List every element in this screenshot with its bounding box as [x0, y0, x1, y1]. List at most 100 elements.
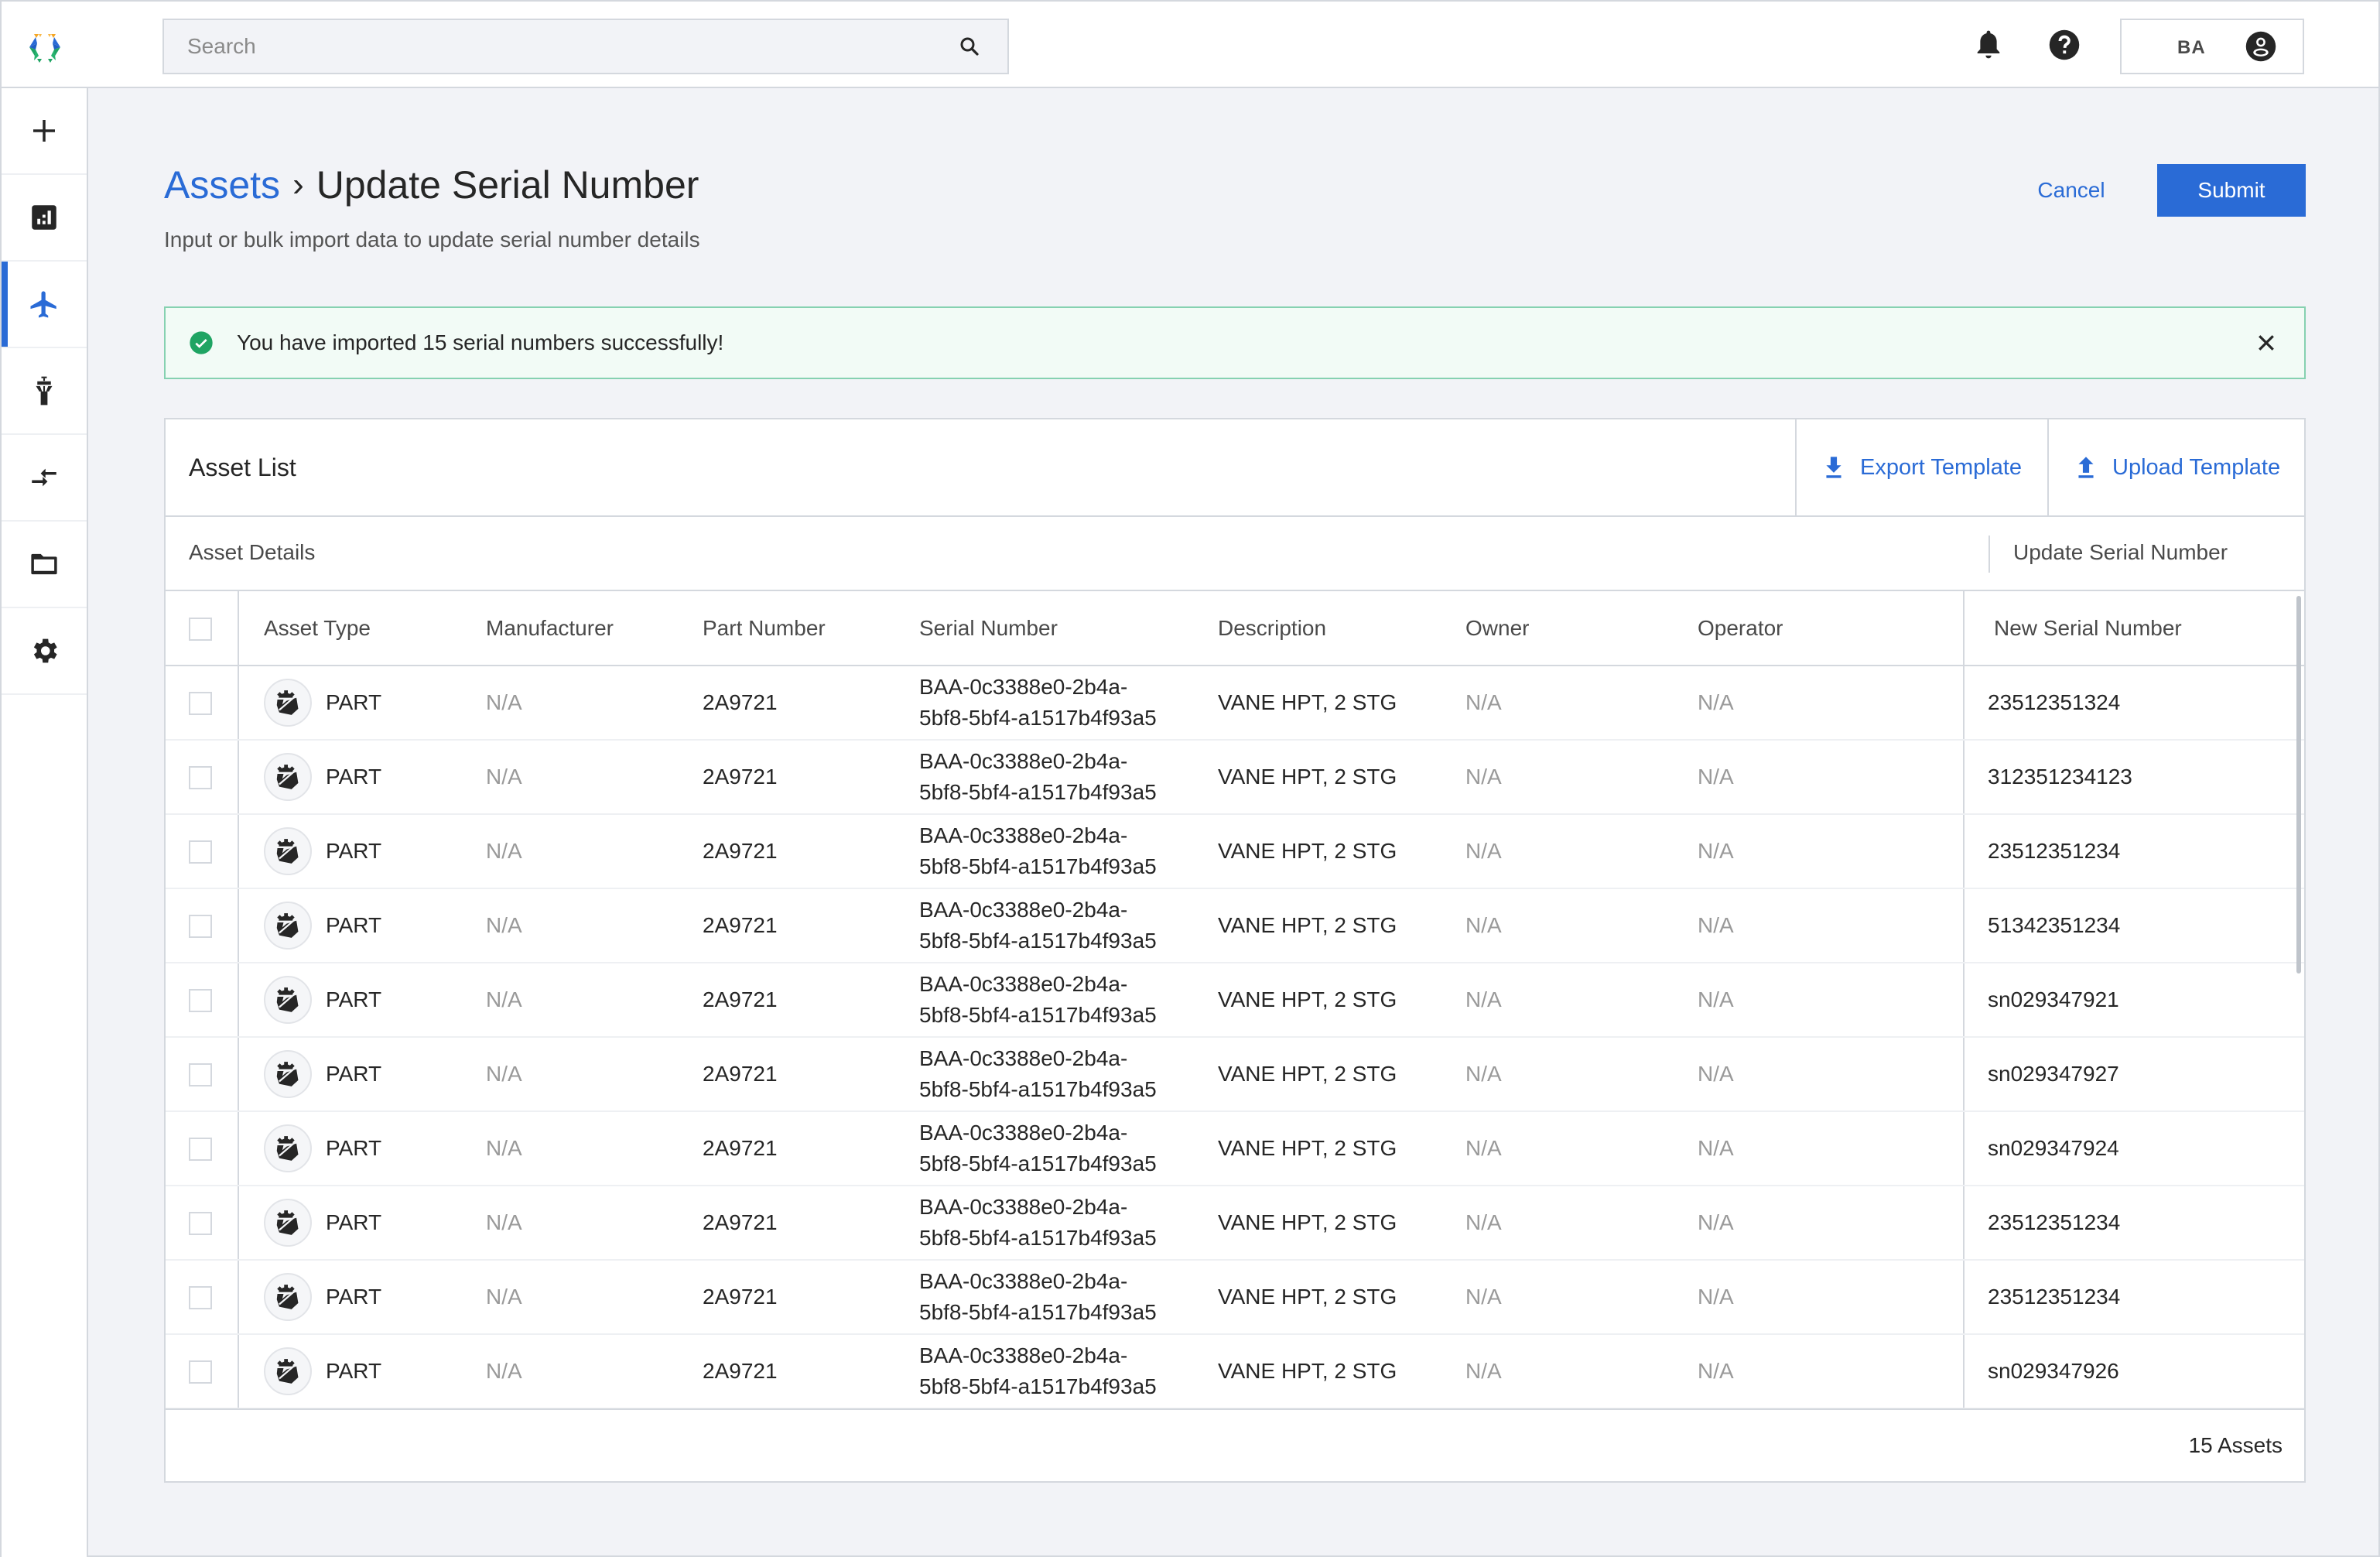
new-serial-number-cell[interactable]: sn029347927 — [1963, 1037, 2304, 1112]
asset-type: PART — [326, 690, 382, 714]
table-row[interactable]: PART N/A 2A9721 BAA-0c3388e0-2b4a- 5bf8-5… — [166, 1186, 2304, 1261]
new-serial-number-cell[interactable]: 51342351234 — [1963, 888, 2304, 963]
part-icon — [264, 753, 312, 801]
sidebar-item-airports[interactable] — [2, 348, 87, 435]
user-menu[interactable]: BA — [2120, 19, 2304, 74]
chart-icon — [32, 205, 56, 230]
card-footer: 15 Assets — [166, 1408, 2304, 1481]
manufacturer-cell: N/A — [486, 963, 703, 1038]
new-serial-number-cell[interactable]: 312351234123 — [1963, 740, 2304, 815]
serial-number-line-2: 5bf8-5bf4-a1517b4f93a5 — [919, 1374, 1157, 1398]
sidebar-item-dashboard[interactable] — [2, 175, 87, 262]
part-icon — [264, 976, 312, 1024]
table-row[interactable]: PART N/A 2A9721 BAA-0c3388e0-2b4a- 5bf8-5… — [166, 1260, 2304, 1335]
manufacturer-cell: N/A — [486, 1037, 703, 1112]
column-header-new-serial-number[interactable]: New Serial Number — [1963, 591, 2304, 666]
column-header-manufacturer[interactable]: Manufacturer — [486, 591, 703, 666]
new-serial-number-cell[interactable]: sn029347921 — [1963, 963, 2304, 1038]
breadcrumb-assets-link[interactable]: Assets — [164, 163, 280, 207]
asset-type: PART — [326, 1136, 382, 1160]
upload-template-button[interactable]: Upload Template — [2047, 419, 2306, 515]
row-checkbox[interactable] — [189, 1212, 212, 1236]
owner-cell: N/A — [1465, 814, 1698, 889]
part-icon — [264, 1273, 312, 1321]
new-serial-number-cell[interactable]: sn029347926 — [1963, 1334, 2304, 1409]
table-row[interactable]: PART N/A 2A9721 BAA-0c3388e0-2b4a- 5bf8-5… — [166, 740, 2304, 815]
new-serial-number-cell[interactable]: sn029347924 — [1963, 1111, 2304, 1186]
manufacturer-cell: N/A — [486, 1186, 703, 1261]
app-logo-icon[interactable] — [28, 31, 62, 63]
new-serial-number-cell[interactable]: 23512351234 — [1963, 1260, 2304, 1335]
cancel-button[interactable]: Cancel — [2013, 164, 2129, 217]
serial-number-cell: BAA-0c3388e0-2b4a- 5bf8-5bf4-a1517b4f93a5 — [919, 963, 1218, 1038]
search-input[interactable] — [164, 20, 958, 73]
notification-bell-icon[interactable] — [1971, 28, 2006, 62]
asset-type-cell: PART — [238, 1037, 486, 1112]
serial-number-line-1: BAA-0c3388e0-2b4a- — [919, 898, 1128, 922]
new-serial-number-cell[interactable]: 23512351324 — [1963, 666, 2304, 741]
serial-number-cell: BAA-0c3388e0-2b4a- 5bf8-5bf4-a1517b4f93a5 — [919, 666, 1218, 741]
table-row[interactable]: PART N/A 2A9721 BAA-0c3388e0-2b4a- 5bf8-5… — [166, 888, 2304, 963]
column-header-owner[interactable]: Owner — [1465, 591, 1698, 666]
asset-type-cell: PART — [238, 666, 486, 741]
page-title: Update Serial Number — [316, 163, 699, 207]
table-row[interactable]: PART N/A 2A9721 BAA-0c3388e0-2b4a- 5bf8-5… — [166, 814, 2304, 889]
row-select-cell — [166, 814, 239, 889]
sidebar-item-transfers[interactable] — [2, 435, 87, 522]
description-cell: VANE HPT, 2 STG — [1218, 888, 1465, 963]
asset-type: PART — [326, 1062, 382, 1086]
column-header-operator[interactable]: Operator — [1698, 591, 1964, 666]
row-checkbox[interactable] — [189, 989, 212, 1013]
table-row[interactable]: PART N/A 2A9721 BAA-0c3388e0-2b4a- 5bf8-5… — [166, 963, 2304, 1038]
column-header-serial-number[interactable]: Serial Number — [919, 591, 1218, 666]
table-header-row: Asset Type Manufacturer Part Number Seri… — [166, 591, 2304, 666]
alert-message: You have imported 15 serial numbers succ… — [237, 330, 724, 354]
card-title: Asset List — [189, 453, 296, 481]
part-icon — [264, 1124, 312, 1172]
part-number-cell: 2A9721 — [703, 740, 919, 815]
operator-cell: N/A — [1698, 1037, 1964, 1112]
sidebar-item-settings[interactable] — [2, 608, 87, 695]
asset-type: PART — [326, 913, 382, 937]
new-serial-number-cell[interactable]: 23512351234 — [1963, 1186, 2304, 1261]
part-icon — [264, 827, 312, 875]
table-scrollbar[interactable] — [2296, 596, 2301, 974]
table-row[interactable]: PART N/A 2A9721 BAA-0c3388e0-2b4a- 5bf8-5… — [166, 1111, 2304, 1186]
sidebar-item-add[interactable] — [2, 88, 87, 175]
help-icon[interactable] — [2047, 28, 2081, 62]
serial-number-line-2: 5bf8-5bf4-a1517b4f93a5 — [919, 780, 1157, 804]
asset-type-cell: PART — [238, 888, 486, 963]
part-number-cell: 2A9721 — [703, 1334, 919, 1409]
column-header-part-number[interactable]: Part Number — [703, 591, 919, 666]
row-checkbox[interactable] — [189, 1286, 212, 1310]
user-avatar-icon — [2245, 31, 2276, 62]
table-row[interactable]: PART N/A 2A9721 BAA-0c3388e0-2b4a- 5bf8-5… — [166, 1037, 2304, 1112]
serial-number-cell: BAA-0c3388e0-2b4a- 5bf8-5bf4-a1517b4f93a5 — [919, 1334, 1218, 1409]
table-row[interactable]: PART N/A 2A9721 BAA-0c3388e0-2b4a- 5bf8-5… — [166, 1334, 2304, 1409]
column-header-asset-type[interactable]: Asset Type — [238, 591, 486, 666]
row-checkbox[interactable] — [189, 692, 212, 716]
serial-number-line-1: BAA-0c3388e0-2b4a- — [919, 1046, 1128, 1070]
select-all-checkbox[interactable] — [189, 617, 212, 641]
close-icon[interactable] — [2255, 331, 2278, 354]
sidebar-item-flights[interactable] — [2, 262, 87, 348]
owner-cell: N/A — [1465, 888, 1698, 963]
search-bar[interactable] — [162, 19, 1009, 74]
row-checkbox[interactable] — [189, 840, 212, 864]
new-serial-number-cell[interactable]: 23512351234 — [1963, 814, 2304, 889]
submit-button[interactable]: Submit — [2157, 164, 2306, 217]
description-cell: VANE HPT, 2 STG — [1218, 666, 1465, 741]
row-checkbox[interactable] — [189, 1360, 212, 1384]
row-checkbox[interactable] — [189, 1063, 212, 1087]
table-row[interactable]: PART N/A 2A9721 BAA-0c3388e0-2b4a- 5bf8-5… — [166, 666, 2304, 741]
column-header-description[interactable]: Description — [1218, 591, 1465, 666]
sidebar-item-files[interactable] — [2, 522, 87, 608]
owner-cell: N/A — [1465, 963, 1698, 1038]
owner-cell: N/A — [1465, 666, 1698, 741]
table-body: PART N/A 2A9721 BAA-0c3388e0-2b4a- 5bf8-5… — [166, 666, 2304, 1409]
row-checkbox[interactable] — [189, 915, 212, 939]
export-template-button[interactable]: Export Template — [1795, 419, 2047, 515]
row-checkbox[interactable] — [189, 766, 212, 790]
search-icon[interactable] — [958, 35, 981, 58]
row-checkbox[interactable] — [189, 1138, 212, 1162]
